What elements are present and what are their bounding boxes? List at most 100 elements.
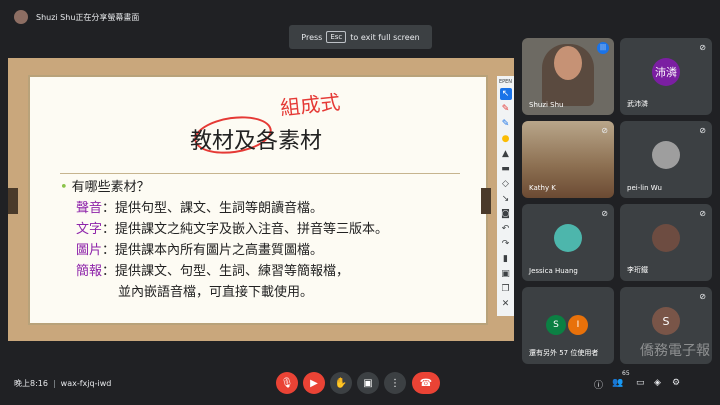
avatar [652, 141, 680, 169]
avatar [554, 224, 582, 252]
pen-blue-icon[interactable]: ✎ [500, 118, 512, 130]
pen-red-icon[interactable]: ✎ [500, 103, 512, 115]
bullet-heading-row: • 有哪些素材？ [60, 177, 388, 198]
esc-key: Esc [326, 31, 347, 43]
mic-off-icon: ⊘ [699, 126, 706, 135]
avatar [652, 224, 680, 252]
presentation-slide: 組成式 教材及各素材 • 有哪些素材？ 聲音：提供句型、課文、生詞等朗讀音檔。 文… [28, 75, 488, 325]
participant-tile[interactable]: ||| Shuzi Shu [522, 38, 614, 115]
presenting-label: Shuzi Shu正在分享螢幕畫面 [36, 12, 140, 22]
shape-icon[interactable]: ▬ [500, 163, 512, 175]
pen-toolbar-label: EPEN [498, 79, 513, 85]
presenter-avatar [14, 10, 28, 24]
toast-press: Press [301, 32, 323, 42]
meeting-code: wax-fxjq-iwd [60, 379, 112, 388]
info-icon[interactable]: ⓘ [594, 378, 603, 391]
close-icon[interactable]: ✕ [500, 298, 512, 310]
avatar: 沛潾 [652, 58, 680, 86]
trash-icon[interactable]: ▮ [500, 253, 512, 265]
more-participants-tile[interactable]: S I 還有另外 57 位使用者 [522, 287, 614, 364]
camera-icon[interactable]: ◙ [500, 208, 512, 220]
participant-name: 武沛潾 [627, 100, 648, 108]
participant-tile[interactable]: ⊘ Kathy K [522, 121, 614, 198]
mic-toggle-button[interactable]: 🎙 [276, 372, 298, 394]
chat-icon[interactable]: ▭ [636, 378, 645, 388]
mic-off-icon: ⊘ [601, 209, 608, 218]
meet-window: Shuzi Shu正在分享螢幕畫面 Press Esc to exit full… [0, 0, 720, 405]
mic-off-icon: ⊘ [699, 209, 706, 218]
participant-face [554, 46, 582, 80]
avatar-text: 沛潾 [655, 66, 677, 79]
pen-annotation-text: 組成式 [279, 89, 342, 121]
pen-toolbar: EPEN ↖ ✎ ✎ ● ▲ ▬ ◇ ↘ ◙ ↶ ↷ ▮ ▣ ❐ ✕ [497, 76, 514, 316]
avatar-text: S [553, 320, 559, 330]
mic-off-icon: ⊘ [699, 43, 706, 52]
participant-tile[interactable]: ⊘ 李珩鐵 [620, 204, 712, 281]
participant-tile[interactable]: ⊘ pei-lin Wu [620, 121, 712, 198]
slide-right-tab [481, 188, 491, 214]
eraser-icon[interactable]: ◇ [500, 178, 512, 190]
whiteboard-icon[interactable]: ▣ [500, 268, 512, 280]
avatar-text: S [662, 314, 670, 328]
watermark-text: 僑務電子報 [640, 343, 710, 359]
avatar: S [546, 315, 566, 335]
slide-row: 簡報：提供課文、句型、生詞、練習等簡報檔， [60, 261, 388, 282]
present-button[interactable]: ▣ [357, 372, 379, 394]
hand-icon: ✋ [334, 377, 348, 389]
camera-toggle-button[interactable]: ▶ [303, 372, 325, 394]
slide-divider [60, 173, 460, 174]
hang-up-icon: ☎ [419, 377, 433, 389]
toast-exit: to exit full screen [350, 32, 420, 42]
mic-off-icon: ⊘ [601, 126, 608, 135]
copy-icon[interactable]: ❐ [500, 283, 512, 295]
pointer-icon[interactable]: ↖ [499, 88, 512, 100]
participant-name: Kathy K [529, 184, 556, 192]
bottom-bar: 晚上8:16 | wax-fxjq-iwd 🎙 ▶ ✋ ▣ ⋮ ☎ ⓘ 👥 65 ▭… [0, 365, 720, 405]
people-count: 65 [622, 370, 630, 377]
present-icon: ▣ [363, 377, 373, 389]
participant-name: pei-lin Wu [627, 184, 662, 192]
slide-left-tab [8, 188, 18, 214]
camera-off-icon: ▶ [310, 377, 318, 389]
participant-name: 李珩鐵 [627, 266, 648, 274]
row-text: ：提供課文之純文字及嵌入注音、拼音等三版本。 [102, 222, 389, 237]
redo-icon[interactable]: ↷ [500, 238, 512, 250]
more-participants-label: 還有另外 57 位使用者 [529, 349, 599, 357]
row-text: ：提供課文、句型、生詞、練習等簡報檔， [102, 264, 350, 279]
participant-tile[interactable]: ⊘ Jessica Huang [522, 204, 614, 281]
select-icon[interactable]: ↘ [500, 193, 512, 205]
row-term: 文字 [76, 222, 103, 237]
shared-screen: 組成式 教材及各素材 • 有哪些素材？ 聲音：提供句型、課文、生詞等朗讀音檔。 文… [8, 58, 514, 341]
slide-row: 聲音：提供句型、課文、生詞等朗讀音檔。 [60, 198, 388, 219]
slide-row: 圖片：提供課本內所有圖片之高畫質圖檔。 [60, 240, 388, 261]
leave-call-button[interactable]: ☎ [412, 372, 440, 394]
participant-tile[interactable]: ⊘ 沛潾 武沛潾 [620, 38, 712, 115]
clock-time: 晚上8:16 [14, 379, 48, 388]
undo-icon[interactable]: ↶ [500, 223, 512, 235]
row-text: ：提供課本內所有圖片之高畫質圖檔。 [102, 243, 324, 258]
separator: | [52, 379, 56, 388]
avatar: I [568, 315, 588, 335]
host-controls-icon[interactable]: ⚙ [672, 378, 680, 388]
people-icon[interactable]: 👥 [612, 378, 623, 388]
mic-off-icon: ⊘ [699, 292, 706, 301]
participant-name: Jessica Huang [529, 267, 578, 275]
stamp-icon[interactable]: ▲ [500, 148, 512, 160]
avatar: S [652, 307, 680, 335]
row-text: ：提供句型、課文、生詞等朗讀音檔。 [102, 201, 324, 216]
row-term: 圖片 [76, 243, 103, 258]
fullscreen-toast: Press Esc to exit full screen [289, 25, 432, 49]
bullet-icon: • [60, 180, 68, 195]
participant-name: Shuzi Shu [529, 101, 564, 109]
mic-off-icon: 🎙 [280, 377, 294, 389]
slide-title: 教材及各素材 [190, 129, 323, 154]
slide-row-continuation: 並內嵌語音檔，可直接下載使用。 [118, 285, 314, 300]
speaking-indicator-icon: ||| [597, 42, 609, 54]
activities-icon[interactable]: ◈ [654, 378, 661, 388]
highlighter-icon[interactable]: ● [500, 133, 512, 145]
raise-hand-button[interactable]: ✋ [330, 372, 352, 394]
avatar-text: I [576, 320, 580, 330]
more-vert-icon: ⋮ [390, 377, 400, 389]
slide-body: • 有哪些素材？ 聲音：提供句型、課文、生詞等朗讀音檔。 文字：提供課文之純文字及… [60, 177, 388, 303]
more-options-button[interactable]: ⋮ [384, 372, 406, 394]
